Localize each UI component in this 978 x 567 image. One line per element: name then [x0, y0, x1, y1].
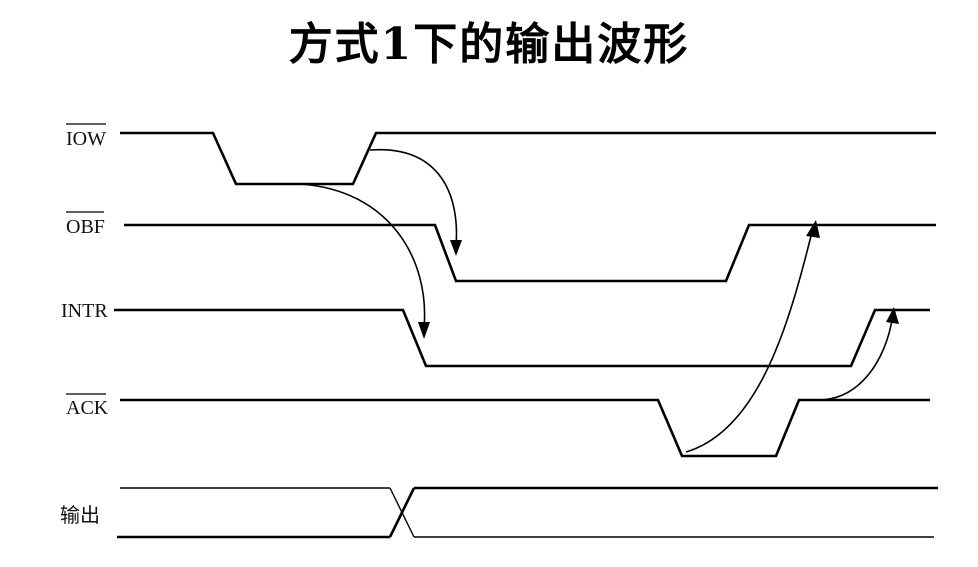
label-ack: ACK — [66, 397, 109, 419]
waveform-intr — [114, 308, 930, 368]
arrow-ack-to-intr — [817, 307, 899, 401]
waveform-output — [117, 486, 938, 539]
waveform-iow — [120, 131, 936, 186]
label-obf: OBF — [66, 216, 105, 238]
label-iow: IOW — [66, 128, 106, 150]
waveform-ack — [120, 398, 930, 458]
timing-diagram: IOW OBF INTR ACK 输出 — [60, 123, 938, 539]
arrow-ack-to-obf — [685, 220, 820, 453]
arrow-iow-to-obf — [369, 148, 462, 256]
label-intr: INTR — [61, 300, 108, 322]
arrow-iow-to-intr — [299, 183, 430, 339]
label-output: 输出 — [60, 504, 100, 527]
